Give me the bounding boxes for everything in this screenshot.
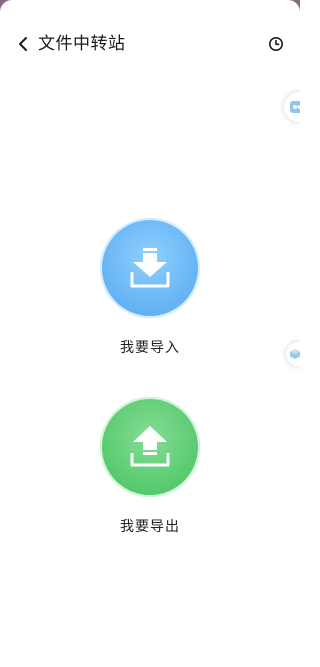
back-button[interactable] bbox=[12, 32, 34, 56]
page-title: 文件中转站 bbox=[38, 34, 126, 54]
upload-tray-icon bbox=[130, 426, 170, 467]
floating-assistant-button[interactable] bbox=[284, 92, 300, 122]
chevron-left-icon bbox=[19, 37, 27, 51]
floating-cube-icon bbox=[290, 349, 300, 359]
export-section: 我要导出 bbox=[0, 397, 300, 537]
import-section: 我要导入 bbox=[0, 218, 300, 358]
page-card: 文件中转站 我要导入 我要导出 bbox=[0, 0, 300, 667]
clock-icon bbox=[269, 37, 283, 51]
floating-side-button[interactable] bbox=[286, 342, 300, 366]
import-button[interactable] bbox=[100, 218, 200, 318]
app-screen: 文件中转站 我要导入 我要导出 bbox=[0, 0, 300, 667]
top-bar: 文件中转站 bbox=[0, 26, 300, 62]
export-button[interactable] bbox=[100, 397, 200, 497]
download-tray-icon bbox=[130, 248, 170, 288]
history-button[interactable] bbox=[266, 34, 286, 54]
import-label: 我要导入 bbox=[120, 340, 180, 356]
floating-widget-icon bbox=[290, 101, 300, 113]
export-label: 我要导出 bbox=[120, 519, 180, 535]
